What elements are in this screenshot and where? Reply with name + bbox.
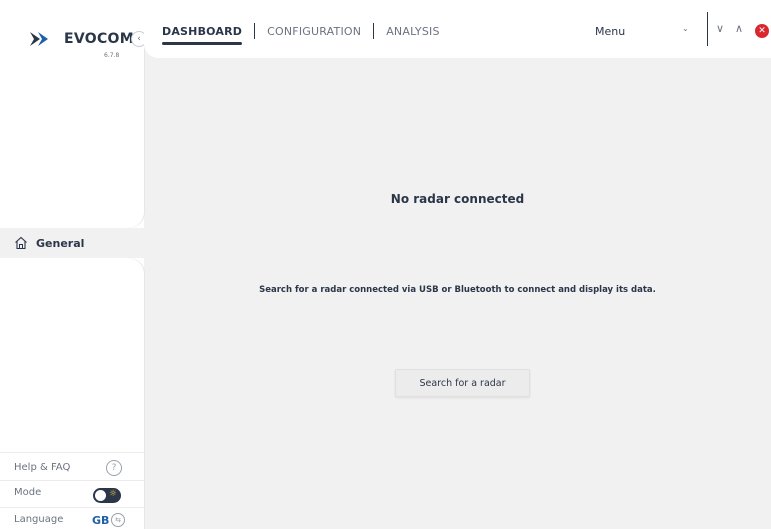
help-label: Help & FAQ xyxy=(14,462,71,473)
app-version: 6.7.8 xyxy=(104,52,120,59)
help-faq-link[interactable]: Help & FAQ xyxy=(14,462,70,473)
question-mark-icon: ? xyxy=(111,463,117,473)
sidebar-divider xyxy=(0,507,144,508)
tab-separator xyxy=(373,23,375,39)
language-code[interactable]: GB xyxy=(92,514,109,527)
tab-analysis[interactable]: ANALYSIS xyxy=(386,25,439,38)
search-radar-button[interactable]: Search for a radar xyxy=(395,369,530,397)
tab-separator xyxy=(254,23,256,39)
sidebar-item-general[interactable]: General xyxy=(14,230,84,256)
chevron-left-icon: ‹ xyxy=(137,34,141,44)
language-label-text: Language xyxy=(14,514,64,525)
main-tabs: DASHBOARD CONFIGURATION ANALYSIS xyxy=(162,23,440,45)
chevron-down-icon[interactable]: ⌄ xyxy=(682,24,689,33)
close-button[interactable]: ✕ xyxy=(755,24,769,38)
top-bar: DASHBOARD CONFIGURATION ANALYSIS Menu ⌄ … xyxy=(144,0,771,58)
window-controls-separator xyxy=(707,12,708,46)
brand-logo: EVOCOM xyxy=(30,30,134,48)
menu-dropdown[interactable]: Menu xyxy=(595,25,625,38)
sidebar-divider xyxy=(0,480,144,481)
mode-label-text: Mode xyxy=(14,487,42,498)
empty-state-description: Search for a radar connected via USB or … xyxy=(259,285,656,295)
tab-configuration[interactable]: CONFIGURATION xyxy=(267,25,361,38)
mode-label: Mode xyxy=(14,487,41,498)
home-icon xyxy=(15,236,27,250)
brand-name: EVOCOM xyxy=(64,31,134,47)
empty-state-title: No radar connected xyxy=(390,192,525,206)
language-label: Language xyxy=(14,514,63,525)
tab-dashboard[interactable]: DASHBOARD xyxy=(162,25,243,45)
mode-toggle[interactable]: ☼ xyxy=(93,488,121,503)
sidebar-divider xyxy=(0,452,144,453)
swap-icon: ⇆ xyxy=(115,516,121,524)
evocom-logo-icon xyxy=(30,32,48,46)
help-icon[interactable]: ? xyxy=(106,460,122,476)
close-icon: ✕ xyxy=(758,26,766,36)
toggle-knob xyxy=(95,490,106,501)
language-switch-icon[interactable]: ⇆ xyxy=(111,513,125,527)
minimize-button[interactable]: ∨ xyxy=(716,22,724,35)
main-background xyxy=(144,0,771,529)
sidebar-item-label: General xyxy=(36,236,85,250)
sun-icon: ☼ xyxy=(108,489,117,499)
maximize-button[interactable]: ∧ xyxy=(735,22,743,35)
